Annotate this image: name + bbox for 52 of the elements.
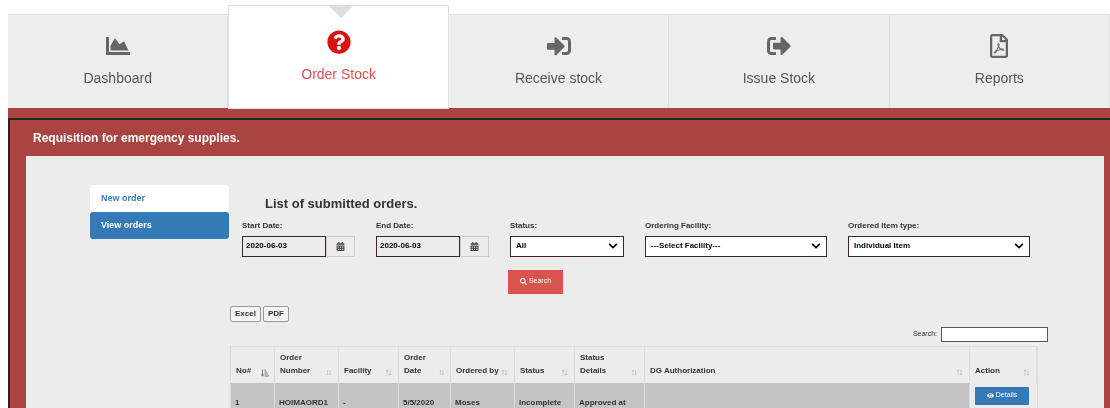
sort-icon: [384, 367, 393, 377]
sort-icon: [325, 367, 333, 377]
export-button[interactable]: PDF: [262, 305, 289, 322]
table-cell: HOIMAORD1: [279, 397, 328, 407]
column-header[interactable]: Status: [515, 346, 575, 383]
table-search-field[interactable]: [941, 326, 1048, 342]
sign-out-icon: [766, 34, 791, 58]
table-cell: 1: [235, 397, 240, 407]
column-header[interactable]: Order Date: [399, 346, 451, 383]
table-cell: 5/5/2020: [403, 397, 435, 407]
nav-tab[interactable]: Order Stock: [228, 5, 449, 109]
filter-label: Ordered item type:: [848, 219, 921, 232]
column-header[interactable]: DG Authorization: [645, 346, 970, 383]
sort-icon: [437, 367, 445, 377]
eye-icon: [986, 392, 994, 399]
search-icon: [519, 278, 527, 285]
sort-ascending-icon: [261, 368, 269, 377]
filter-label: End Date:: [376, 219, 415, 232]
calendar-icon: [470, 241, 479, 251]
chevron-down-icon: [608, 241, 618, 251]
filter-label: Status:: [510, 219, 539, 232]
calendar-icon: [336, 241, 345, 251]
table-cell: Moses: [455, 397, 480, 407]
section-title: List of submitted orders.: [265, 195, 419, 213]
sort-icon: [1022, 367, 1031, 377]
sort-icon: [630, 367, 639, 377]
filter-label: Ordering Facility:: [645, 219, 713, 232]
sort-icon: [500, 367, 509, 377]
chevron-down-icon: [1014, 241, 1024, 251]
column-header[interactable]: No#: [231, 346, 275, 383]
column-header[interactable]: Order Number: [275, 346, 339, 383]
table-cell: Incomplete: [519, 397, 562, 407]
column-header[interactable]: Status Details: [575, 346, 645, 383]
column-header[interactable]: Ordered by: [451, 346, 515, 383]
select-field[interactable]: All: [510, 235, 624, 257]
sidebar-item[interactable]: New order: [90, 185, 229, 212]
sort-icon: [955, 367, 964, 377]
table-cell: -: [343, 397, 346, 407]
select-field[interactable]: ---Select Facility---: [645, 235, 827, 257]
sidebar-item[interactable]: View orders: [90, 212, 229, 239]
column-header[interactable]: Facility: [339, 346, 399, 383]
sort-icon: [560, 367, 569, 377]
filter-label: Start Date:: [242, 219, 284, 232]
select-field[interactable]: Individual Item: [848, 235, 1030, 257]
sign-in-icon: [546, 34, 571, 58]
column-header[interactable]: Action: [970, 346, 1037, 383]
chevron-down-icon: [811, 241, 821, 251]
panel-title: Requisition for emergency supplies.: [32, 130, 241, 147]
export-button[interactable]: Excel: [230, 305, 261, 322]
area-chart-icon: [105, 34, 130, 58]
table-cell: Approved at: [579, 397, 626, 407]
notch-icon: [329, 6, 354, 18]
